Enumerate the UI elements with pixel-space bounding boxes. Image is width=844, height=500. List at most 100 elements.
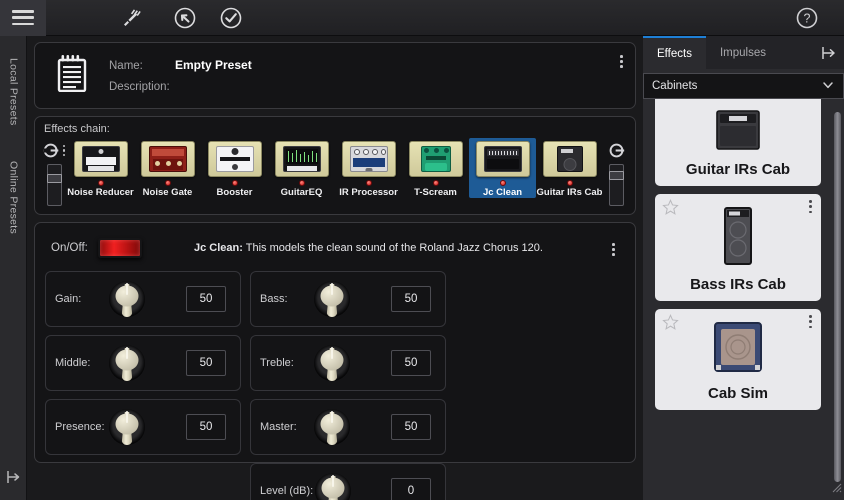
rail-tab-local-presets[interactable]: Local Presets xyxy=(0,46,27,138)
cabinet-list-scrollbar[interactable] xyxy=(834,104,841,496)
cabinet-card-menu-button[interactable] xyxy=(809,315,812,329)
star-outline-icon[interactable] xyxy=(662,198,679,221)
onoff-label: On/Off: xyxy=(51,242,88,254)
knob-control-presence: Presence: 50 xyxy=(45,399,241,455)
output-power-icon[interactable] xyxy=(608,142,625,159)
effect-led-indicator xyxy=(432,180,439,186)
middle-value-field[interactable]: 50 xyxy=(186,350,226,376)
knob-label: Master: xyxy=(260,421,297,433)
resize-grip[interactable] xyxy=(830,480,842,498)
hamburger-menu-icon xyxy=(12,10,34,25)
knob-control-bass: Bass: 50 xyxy=(250,271,446,327)
input-fader-handle[interactable] xyxy=(46,174,62,183)
reset-button[interactable] xyxy=(162,0,208,36)
chain-slot-t-scream[interactable]: T-Scream xyxy=(402,138,469,198)
input-power-icon[interactable] xyxy=(43,142,60,159)
chain-slot-ir-processor[interactable]: IR Processor xyxy=(335,138,402,198)
middle-knob[interactable] xyxy=(109,345,145,381)
cabinet-card-cab-sim[interactable]: Cab Sim xyxy=(655,309,821,410)
expand-left-panel-button[interactable] xyxy=(0,464,27,490)
tuner-button[interactable] xyxy=(108,0,154,36)
knob-label: Presence: xyxy=(55,421,105,433)
level-knob[interactable] xyxy=(315,473,352,500)
cabinet-icon xyxy=(542,141,597,177)
tab-impulses-label: Impulses xyxy=(719,46,766,59)
effect-led-indicator xyxy=(164,180,171,186)
tab-impulses[interactable]: Impulses xyxy=(706,36,780,69)
cab-sim-blue-art xyxy=(710,321,766,380)
preset-menu-button[interactable] xyxy=(620,55,623,68)
effect-onoff-toggle[interactable] xyxy=(97,238,142,258)
rail-tab-online-presets-label: Online Presets xyxy=(7,161,20,235)
preset-name-row: Name: Empty Preset xyxy=(109,58,295,72)
preset-header-card: Name: Empty Preset Description: xyxy=(34,42,636,109)
preset-name-value[interactable]: Empty Preset xyxy=(175,58,252,72)
star-outline-icon[interactable] xyxy=(662,313,679,336)
tab-effects-label: Effects xyxy=(657,47,692,60)
scrollbar-thumb[interactable] xyxy=(834,112,841,482)
preset-description-label: Description: xyxy=(109,81,170,93)
knob-control-treble: Treble: 50 xyxy=(250,335,446,391)
gain-value-field[interactable]: 50 xyxy=(186,286,226,312)
knob-label: Gain: xyxy=(55,293,82,305)
bass-value-field[interactable]: 50 xyxy=(391,286,431,312)
cabinet-card-name: Cab Sim xyxy=(707,385,768,402)
preset-name-label: Name: xyxy=(109,60,143,72)
collapse-right-panel-button[interactable] xyxy=(814,36,844,69)
cabinet-dark-art xyxy=(711,109,765,156)
chain-slot-label: IR Processor xyxy=(339,187,398,198)
input-level-fader[interactable] xyxy=(46,164,62,206)
chain-slot-label: Jc Clean xyxy=(482,187,523,198)
app-window: ? Local Presets Online Presets Name: Emp… xyxy=(0,0,844,500)
output-fader-handle[interactable] xyxy=(608,171,624,180)
right-panel-tabs: Effects Impulses xyxy=(643,36,844,69)
tab-effects[interactable]: Effects xyxy=(643,36,706,69)
chain-slot-noise-gate[interactable]: Noise Gate xyxy=(134,138,201,198)
ir-processor-pedal-icon xyxy=(341,141,396,177)
knob-grid: Gain: 50 Bass: 50 Middle: 50 Treble: 50 … xyxy=(45,271,625,500)
master-knob[interactable] xyxy=(314,409,350,445)
collapse-panel-icon xyxy=(822,46,835,59)
effect-parameters-card: On/Off: Jc Clean: This models the clean … xyxy=(34,222,636,500)
chain-input-menu-button[interactable] xyxy=(62,144,66,157)
category-dropdown-value: Cabinets xyxy=(652,80,698,92)
undo-circle-icon xyxy=(174,7,196,28)
chain-slot-label: T-Scream xyxy=(414,187,457,198)
chain-slot-jc-clean[interactable]: Jc Clean xyxy=(469,138,536,198)
help-button[interactable]: ? xyxy=(784,0,830,36)
cabinet-card-guitar-irs-cab[interactable]: Guitar IRs Cab xyxy=(655,99,821,186)
chain-slot-guitar-irs-cab[interactable]: Guitar IRs Cab xyxy=(536,138,603,198)
gain-knob[interactable] xyxy=(109,281,145,317)
check-circle-icon xyxy=(220,7,242,28)
hamburger-menu-button[interactable] xyxy=(0,0,46,36)
cabinet-tall-art xyxy=(716,206,760,271)
effect-parameters-menu-button[interactable] xyxy=(612,243,615,256)
rail-tab-online-presets[interactable]: Online Presets xyxy=(0,148,27,248)
right-panel: Effects Impulses Cabinets Guitar IRs Cab… xyxy=(643,36,844,500)
treble-value-field[interactable]: 50 xyxy=(391,350,431,376)
apply-button[interactable] xyxy=(208,0,254,36)
master-value-field[interactable]: 50 xyxy=(391,414,431,440)
chain-slot-list: Noise Reducer Noise Gate Booster GuitarE… xyxy=(67,138,603,198)
level-value-field[interactable]: 0 xyxy=(391,478,431,500)
svg-text:?: ? xyxy=(804,11,811,25)
presence-value-field[interactable]: 50 xyxy=(186,414,226,440)
effect-led-indicator xyxy=(499,180,506,186)
cabinet-list: Guitar IRs Cab Bass IRs Cab Cab Sim xyxy=(643,99,844,500)
cabinet-card-bass-irs-cab[interactable]: Bass IRs Cab xyxy=(655,194,821,301)
effect-name: Jc Clean: xyxy=(193,242,243,254)
cabinet-card-name: Guitar IRs Cab xyxy=(685,161,791,178)
output-level-fader[interactable] xyxy=(608,164,624,206)
top-toolbar: ? xyxy=(0,0,844,36)
chain-slot-guitareq[interactable]: GuitarEQ xyxy=(268,138,335,198)
treble-knob[interactable] xyxy=(314,345,350,381)
cabinet-card-menu-button[interactable] xyxy=(809,200,812,214)
bass-knob[interactable] xyxy=(314,281,350,317)
chain-slot-noise-reducer[interactable]: Noise Reducer xyxy=(67,138,134,198)
knob-control-gain: Gain: 50 xyxy=(45,271,241,327)
chevron-down-icon xyxy=(821,78,835,95)
knob-label: Bass: xyxy=(260,293,288,305)
presence-knob[interactable] xyxy=(109,409,145,445)
category-dropdown[interactable]: Cabinets xyxy=(643,73,844,99)
chain-slot-booster[interactable]: Booster xyxy=(201,138,268,198)
